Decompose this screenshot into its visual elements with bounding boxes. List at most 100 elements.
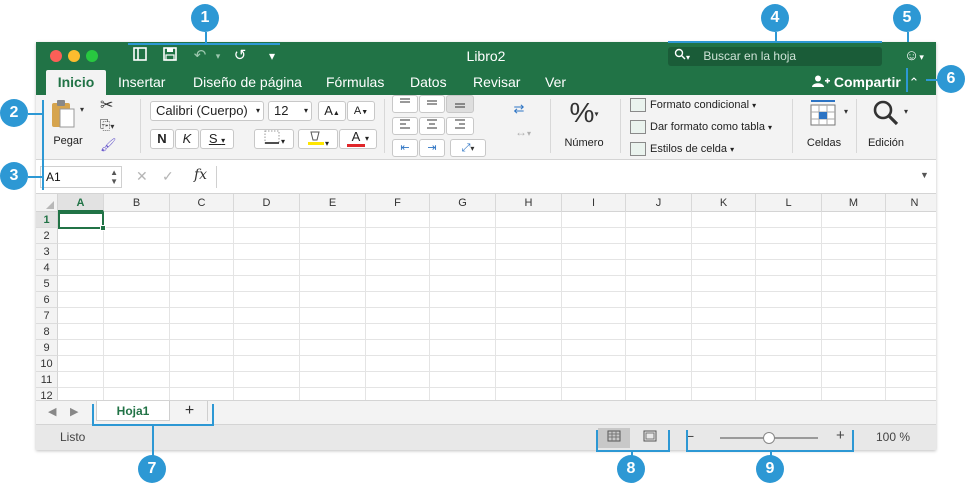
orientation-button[interactable]: ⤢▾ xyxy=(450,139,486,157)
name-box[interactable]: A1 ▲ ▼ xyxy=(40,166,122,188)
row-header-11[interactable]: 11 xyxy=(36,372,58,388)
cell-m11[interactable] xyxy=(822,372,886,388)
cell-f11[interactable] xyxy=(366,372,430,388)
cell-f8[interactable] xyxy=(366,324,430,340)
cell-c7[interactable] xyxy=(170,308,234,324)
cell-e2[interactable] xyxy=(300,228,366,244)
cell-j7[interactable] xyxy=(626,308,692,324)
cell-l11[interactable] xyxy=(756,372,822,388)
cell-c8[interactable] xyxy=(170,324,234,340)
cell-m2[interactable] xyxy=(822,228,886,244)
sheet-tab-hoja1[interactable]: Hoja1 xyxy=(96,401,170,421)
cell-l6[interactable] xyxy=(756,292,822,308)
cell-k4[interactable] xyxy=(692,260,756,276)
format-as-table-button[interactable]: Dar formato como tabla ▾ xyxy=(630,119,772,136)
cell-i3[interactable] xyxy=(562,244,626,260)
cell-c6[interactable] xyxy=(170,292,234,308)
cell-h5[interactable] xyxy=(496,276,562,292)
cell-j2[interactable] xyxy=(626,228,692,244)
cell-i6[interactable] xyxy=(562,292,626,308)
column-header-b[interactable]: B xyxy=(104,194,170,212)
cell-k1[interactable] xyxy=(692,212,756,228)
cell-d8[interactable] xyxy=(234,324,300,340)
selected-cell-a1[interactable] xyxy=(58,212,106,231)
grow-font-button[interactable]: A▲ xyxy=(318,101,346,121)
paste-icon[interactable] xyxy=(48,99,78,133)
cell-l9[interactable] xyxy=(756,340,822,356)
row-header-5[interactable]: 5 xyxy=(36,276,58,292)
fill-handle[interactable] xyxy=(100,225,106,231)
cut-icon[interactable]: ✂ xyxy=(100,95,113,115)
cell-l8[interactable] xyxy=(756,324,822,340)
cell-k6[interactable] xyxy=(692,292,756,308)
cancel-icon[interactable]: ✕ xyxy=(136,168,148,185)
cell-g3[interactable] xyxy=(430,244,496,260)
paste-dropdown-icon[interactable]: ▾ xyxy=(80,105,84,114)
cell-h10[interactable] xyxy=(496,356,562,372)
cell-c2[interactable] xyxy=(170,228,234,244)
cell-a2[interactable] xyxy=(58,228,104,244)
cell-j10[interactable] xyxy=(626,356,692,372)
cell-b10[interactable] xyxy=(104,356,170,372)
cell-m10[interactable] xyxy=(822,356,886,372)
formula-input[interactable] xyxy=(216,166,916,188)
cell-a9[interactable] xyxy=(58,340,104,356)
tab-inicio[interactable]: Inicio xyxy=(46,70,106,95)
cell-h4[interactable] xyxy=(496,260,562,276)
zoom-slider[interactable] xyxy=(720,432,818,444)
row-header-6[interactable]: 6 xyxy=(36,292,58,308)
cell-f4[interactable] xyxy=(366,260,430,276)
cell-g11[interactable] xyxy=(430,372,496,388)
cell-n2[interactable] xyxy=(886,228,936,244)
cell-n3[interactable] xyxy=(886,244,936,260)
prev-sheet-icon[interactable]: ◀ xyxy=(48,405,56,418)
tab-diseno-de-pagina[interactable]: Diseño de página xyxy=(193,70,302,95)
format-painter-icon[interactable]: 🖌 xyxy=(100,137,117,153)
cell-e3[interactable] xyxy=(300,244,366,260)
sidebar-icon[interactable] xyxy=(130,46,150,66)
cell-g6[interactable] xyxy=(430,292,496,308)
cell-f1[interactable] xyxy=(366,212,430,228)
cell-n11[interactable] xyxy=(886,372,936,388)
cell-j5[interactable] xyxy=(626,276,692,292)
font-color-button[interactable]: A ▾ xyxy=(339,129,377,149)
column-header-i[interactable]: I xyxy=(562,194,626,212)
cell-j9[interactable] xyxy=(626,340,692,356)
cell-j6[interactable] xyxy=(626,292,692,308)
cell-f6[interactable] xyxy=(366,292,430,308)
cell-f10[interactable] xyxy=(366,356,430,372)
page-layout-view-button[interactable] xyxy=(634,428,666,448)
cell-e4[interactable] xyxy=(300,260,366,276)
share-button[interactable]: Compartir xyxy=(812,70,901,95)
align-right-button[interactable] xyxy=(446,117,474,135)
cell-k11[interactable] xyxy=(692,372,756,388)
align-top-button[interactable] xyxy=(392,95,418,113)
cell-c1[interactable] xyxy=(170,212,234,228)
cell-g7[interactable] xyxy=(430,308,496,324)
zoom-slider-thumb[interactable] xyxy=(763,432,775,444)
minimize-window-button[interactable] xyxy=(68,50,80,62)
cell-l10[interactable] xyxy=(756,356,822,372)
next-sheet-icon[interactable]: ▶ xyxy=(70,405,78,418)
cell-j11[interactable] xyxy=(626,372,692,388)
cell-b9[interactable] xyxy=(104,340,170,356)
cell-d5[interactable] xyxy=(234,276,300,292)
cell-n7[interactable] xyxy=(886,308,936,324)
cell-d6[interactable] xyxy=(234,292,300,308)
borders-button[interactable]: ▾ xyxy=(254,129,294,149)
percent-format-icon[interactable]: %▾ xyxy=(564,97,604,131)
cell-c11[interactable] xyxy=(170,372,234,388)
italic-button[interactable]: K xyxy=(175,129,199,149)
increase-indent-button[interactable]: ⇥ xyxy=(419,139,445,157)
cell-a3[interactable] xyxy=(58,244,104,260)
row-header-9[interactable]: 9 xyxy=(36,340,58,356)
cell-m7[interactable] xyxy=(822,308,886,324)
cell-m3[interactable] xyxy=(822,244,886,260)
cell-e6[interactable] xyxy=(300,292,366,308)
cell-l5[interactable] xyxy=(756,276,822,292)
cell-e11[interactable] xyxy=(300,372,366,388)
cell-j4[interactable] xyxy=(626,260,692,276)
cell-g10[interactable] xyxy=(430,356,496,372)
cell-b1[interactable] xyxy=(104,212,170,228)
cell-a10[interactable] xyxy=(58,356,104,372)
